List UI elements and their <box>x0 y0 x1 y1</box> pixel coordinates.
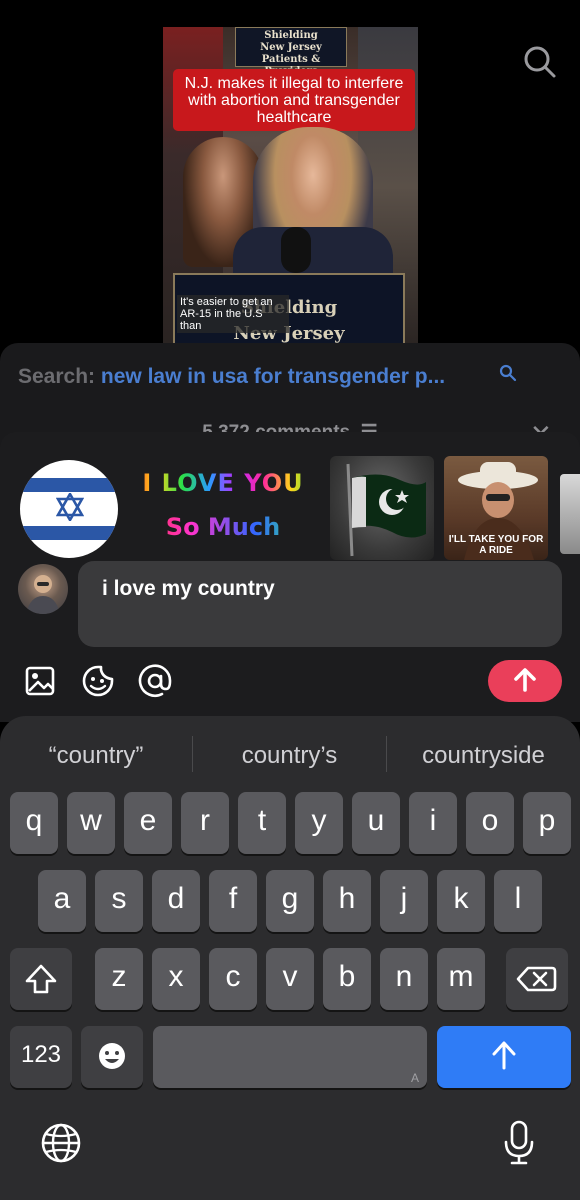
shift-icon <box>25 964 57 994</box>
suggestion-item[interactable]: countryside <box>387 736 580 776</box>
key-l[interactable]: l <box>494 870 542 932</box>
key-x[interactable]: x <box>152 948 200 1010</box>
arrow-up-icon <box>514 668 536 692</box>
comment-composer: I LOVE YOU So Much I'LL TAKE YOU FOR A R… <box>0 432 580 722</box>
avatar-image <box>26 575 60 614</box>
key-v[interactable]: v <box>266 948 314 1010</box>
keyboard: “country” country’s countryside q w e r … <box>0 716 580 1200</box>
key-o[interactable]: o <box>466 792 514 854</box>
key-r[interactable]: r <box>181 792 229 854</box>
star-of-david-icon <box>56 493 84 521</box>
video-top-sign-line: New Jersey <box>260 42 322 53</box>
mention-icon[interactable] <box>138 664 172 698</box>
key-u[interactable]: u <box>352 792 400 854</box>
numbers-key[interactable]: 123 <box>10 1026 72 1088</box>
avatar <box>18 564 68 614</box>
space-key[interactable]: A <box>153 1026 427 1088</box>
key-j[interactable]: j <box>380 870 428 932</box>
emoji-icon[interactable] <box>81 664 115 698</box>
image-icon[interactable] <box>24 664 58 698</box>
emoji-key[interactable] <box>81 1026 143 1088</box>
video-headline-banner: N.J. makes it illegal to interfere with … <box>173 69 415 131</box>
send-button[interactable] <box>488 660 562 702</box>
flag-image <box>346 463 426 557</box>
key-k[interactable]: k <box>437 870 485 932</box>
suggestion-item[interactable]: “country” <box>0 736 192 776</box>
sticker-suggestions: I LOVE YOU So Much I'LL TAKE YOU FOR A R… <box>0 444 580 560</box>
key-m[interactable]: m <box>437 948 485 1010</box>
video-top-sign-line: Shielding <box>264 30 318 41</box>
suggestion-item[interactable]: country’s <box>193 736 386 776</box>
key-a[interactable]: a <box>38 870 86 932</box>
key-d[interactable]: d <box>152 870 200 932</box>
shift-key[interactable] <box>10 948 72 1010</box>
key-e[interactable]: e <box>124 792 172 854</box>
key-c[interactable]: c <box>209 948 257 1010</box>
comment-input[interactable]: i love my country <box>78 561 562 647</box>
space-key-hint: A <box>410 1071 419 1085</box>
arrow-up-icon <box>492 1041 516 1070</box>
search-label: Search: <box>18 365 96 388</box>
key-f[interactable]: f <box>209 870 257 932</box>
microphone-image <box>281 227 311 273</box>
key-t[interactable]: t <box>238 792 286 854</box>
key-q[interactable]: q <box>10 792 58 854</box>
key-g[interactable]: g <box>266 870 314 932</box>
delete-key[interactable] <box>506 948 568 1010</box>
flag-stripe <box>20 478 118 492</box>
key-i[interactable]: i <box>409 792 457 854</box>
pakistan-flag-sticker[interactable] <box>330 456 434 560</box>
microphone-icon[interactable] <box>502 1120 536 1166</box>
love-you-sticker[interactable]: I LOVE YOU So Much <box>128 460 318 556</box>
cowboy-gif-sticker[interactable]: I'LL TAKE YOU FOR A RIDE <box>444 456 548 560</box>
comment-input-value: i love my country <box>102 577 275 600</box>
related-search-link[interactable]: Search: new law in usa for transgender p… <box>18 365 445 389</box>
backspace-icon <box>516 966 557 992</box>
video-frame[interactable]: Shielding New Jersey Patients & Provider… <box>163 27 418 347</box>
key-b[interactable]: b <box>323 948 371 1010</box>
globe-icon[interactable] <box>40 1122 82 1164</box>
search-query[interactable]: new law in usa for transgender p... <box>101 365 445 388</box>
flag-stripe <box>20 526 118 540</box>
emoji-icon <box>99 1043 125 1069</box>
video-caption: It's easier to get an AR-15 in the U.S t… <box>177 295 289 333</box>
key-z[interactable]: z <box>95 948 143 1010</box>
key-p[interactable]: p <box>523 792 571 854</box>
return-key[interactable] <box>437 1026 571 1088</box>
video-top-sign: Shielding New Jersey Patients & Provider… <box>235 27 347 77</box>
search-icon[interactable] <box>520 42 558 80</box>
key-h[interactable]: h <box>323 870 371 932</box>
key-n[interactable]: n <box>380 948 428 1010</box>
key-s[interactable]: s <box>95 870 143 932</box>
key-w[interactable]: w <box>67 792 115 854</box>
cowboy-caption: I'LL TAKE YOU FOR A RIDE <box>448 534 544 556</box>
love-sticker-line: So Much <box>128 506 318 548</box>
key-y[interactable]: y <box>295 792 343 854</box>
sticker-partial[interactable] <box>560 474 580 554</box>
search-icon[interactable] <box>498 363 518 383</box>
video-player[interactable]: Shielding New Jersey Patients & Provider… <box>0 0 580 360</box>
israel-flag-sticker[interactable] <box>20 460 118 558</box>
love-sticker-line: I LOVE YOU <box>128 460 318 506</box>
